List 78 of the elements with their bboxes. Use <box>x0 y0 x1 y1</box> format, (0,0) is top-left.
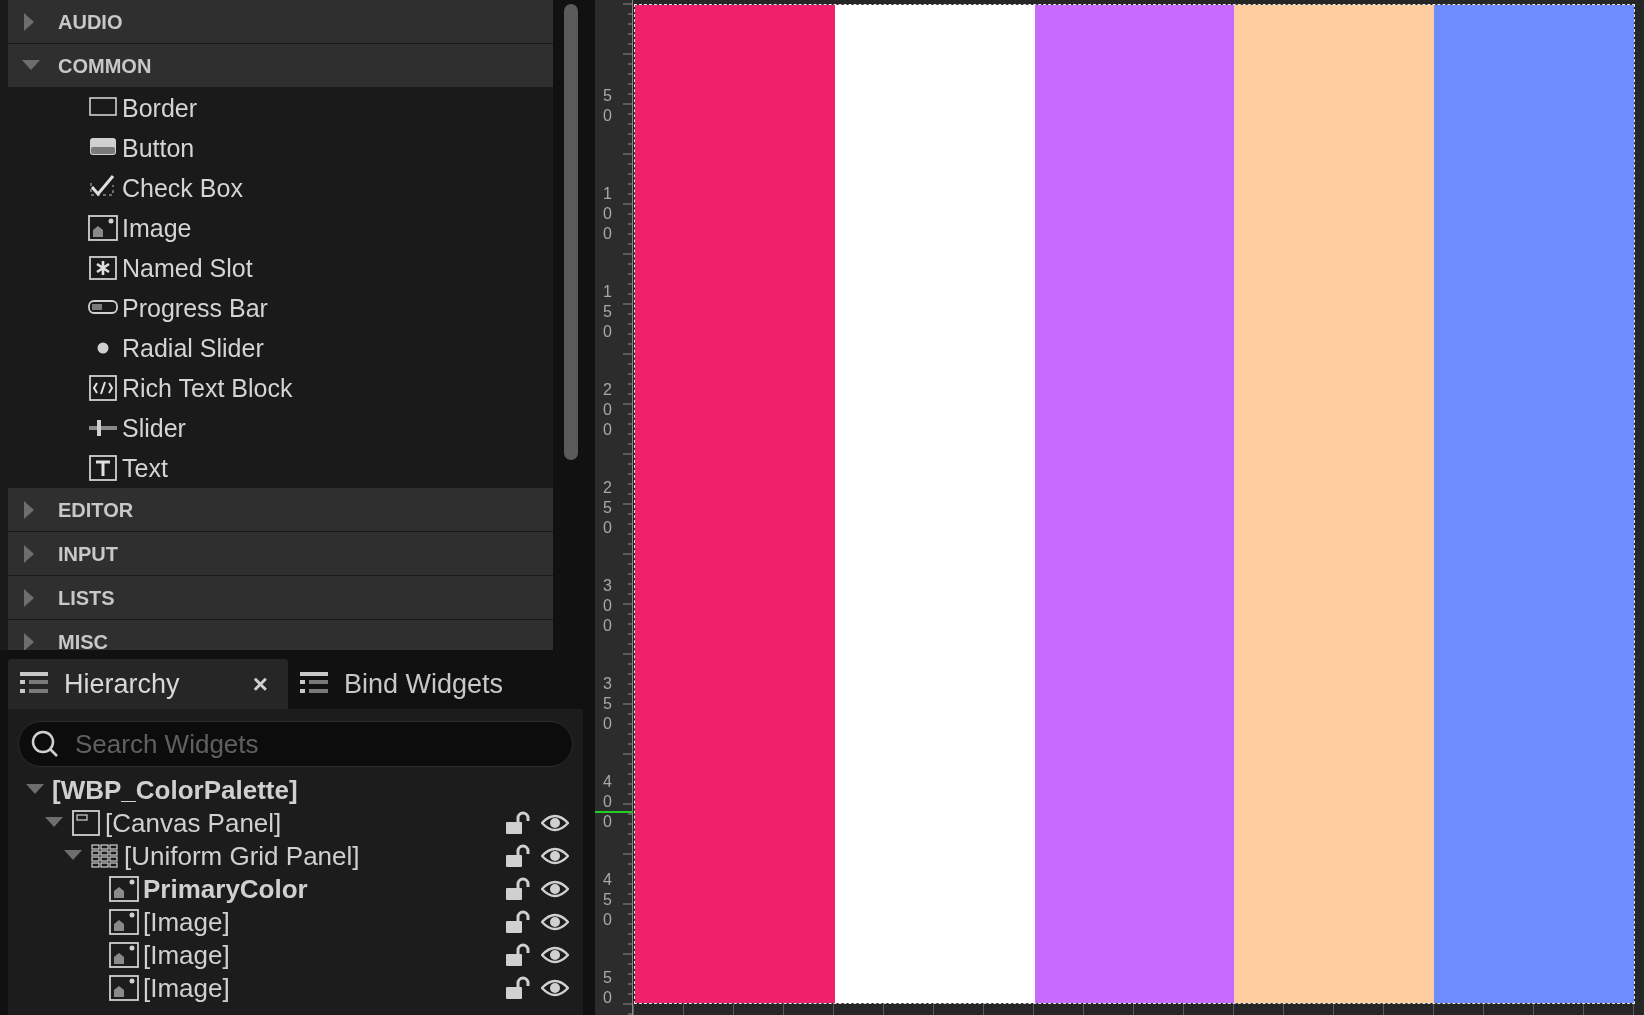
ruler-label: 50 <box>603 968 613 1008</box>
cursor-marker <box>595 811 633 813</box>
palette-item[interactable]: Radial Slider <box>8 328 553 368</box>
eye-icon[interactable] <box>541 845 569 866</box>
palette-item[interactable]: Image <box>8 208 553 248</box>
palette-item[interactable]: Named Slot <box>8 248 553 288</box>
category-label: INPUT <box>58 541 118 567</box>
category-header[interactable]: LISTS <box>8 576 553 619</box>
tree-row[interactable]: [WBP_ColorPalette] <box>18 773 573 806</box>
tree-label: PrimaryColor <box>143 875 308 902</box>
image-icon <box>109 874 139 903</box>
image-icon <box>109 907 139 936</box>
category-label: COMMON <box>58 53 152 79</box>
palette-item[interactable]: Slider <box>8 408 553 448</box>
ruler-label: 450 <box>603 870 613 930</box>
text-t-icon <box>88 454 118 482</box>
category-header[interactable]: INPUT <box>8 532 553 575</box>
tree-row[interactable]: [Image] <box>18 938 573 971</box>
category-label: MISC <box>58 629 108 650</box>
tree-row[interactable]: [Canvas Panel] <box>18 806 573 839</box>
palette-item[interactable]: Border <box>8 88 553 128</box>
image-icon <box>109 940 139 969</box>
ruler-label: 250 <box>603 478 613 538</box>
ruler-label: 50 <box>603 86 613 126</box>
tree-row[interactable]: [Image] <box>18 971 573 1004</box>
image-icon <box>88 214 118 242</box>
asterisk-icon <box>88 254 118 282</box>
eye-icon[interactable] <box>541 911 569 932</box>
palette-item[interactable]: Progress Bar <box>8 288 553 328</box>
grid-icon <box>90 841 120 870</box>
tree-row[interactable]: [Image] <box>18 905 573 938</box>
unlocked-padlock-icon[interactable] <box>505 942 531 967</box>
category-header[interactable]: MISC <box>8 620 553 650</box>
scrollbar-thumb[interactable] <box>563 4 578 460</box>
ruler-label: 400 <box>603 772 613 832</box>
tree-row[interactable]: PrimaryColor <box>18 872 573 905</box>
close-button[interactable]: × <box>252 664 268 704</box>
search-icon <box>30 729 60 759</box>
ruler-label: 150 <box>603 282 613 342</box>
image-icon <box>109 973 139 1002</box>
eye-icon[interactable] <box>541 812 569 833</box>
tree-row[interactable]: [Uniform Grid Panel] <box>18 839 573 872</box>
tree-label: [Image] <box>143 941 230 968</box>
tree-label: [Image] <box>143 974 230 1001</box>
search-field[interactable]: Search Widgets <box>18 721 573 767</box>
unlocked-padlock-icon[interactable] <box>505 876 531 901</box>
ruler-label: 200 <box>603 380 613 440</box>
unlocked-padlock-icon[interactable] <box>505 843 531 868</box>
palette-item[interactable]: Check Box <box>8 168 553 208</box>
tab-label: Hierarchy <box>64 667 180 701</box>
eye-icon[interactable] <box>541 878 569 899</box>
tree-label: [Canvas Panel] <box>105 809 282 836</box>
unlocked-padlock-icon[interactable] <box>505 975 531 1000</box>
tree-label: [Uniform Grid Panel] <box>124 842 360 869</box>
ruler-label: 350 <box>603 674 613 734</box>
tree-label: [Image] <box>143 908 230 935</box>
tab-label: Bind Widgets <box>344 667 504 701</box>
eye-icon[interactable] <box>541 944 569 965</box>
panel-icon <box>71 808 101 837</box>
panel-tab[interactable]: Hierarchy × <box>8 659 288 709</box>
dot-icon <box>97 342 109 354</box>
palette-item[interactable]: Button <box>8 128 553 168</box>
category-label: AUDIO <box>58 9 123 35</box>
unlocked-padlock-icon[interactable] <box>505 909 531 934</box>
ruler-label: 100 <box>603 184 613 244</box>
palette-item[interactable]: Text <box>8 448 553 488</box>
panel-tab[interactable]: Bind Widgets <box>288 659 524 709</box>
category-label: LISTS <box>58 585 115 611</box>
category-label: EDITOR <box>58 497 134 523</box>
eye-icon[interactable] <box>541 977 569 998</box>
category-header[interactable]: EDITOR <box>8 488 553 531</box>
code-tag-icon <box>88 374 118 402</box>
category-header[interactable]: COMMON <box>8 44 553 87</box>
unlocked-padlock-icon[interactable] <box>505 810 531 835</box>
ruler-label: 300 <box>603 576 613 636</box>
category-header[interactable]: AUDIO <box>8 0 553 43</box>
tree-label: [WBP_ColorPalette] <box>52 776 298 803</box>
palette-item[interactable]: Rich Text Block <box>8 368 553 408</box>
